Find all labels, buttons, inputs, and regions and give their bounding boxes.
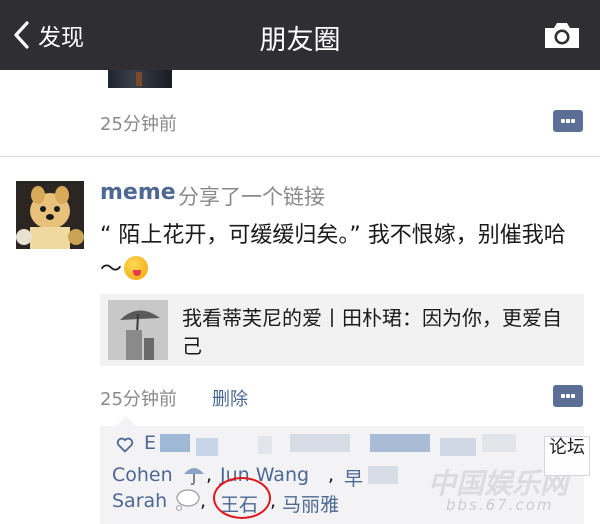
mosaic-block	[368, 466, 398, 484]
liker-name[interactable]: Cohen	[112, 464, 173, 486]
delete-link[interactable]: 删除	[212, 385, 248, 411]
previous-post-image[interactable]	[108, 70, 172, 88]
camera-icon[interactable]	[542, 20, 582, 50]
mosaic-block	[160, 434, 190, 452]
wink-tongue-emoji-icon	[124, 256, 149, 280]
separator: ,	[270, 490, 277, 512]
share-text: 分享了一个链接	[178, 185, 325, 209]
liker-name[interactable]: 早	[344, 464, 363, 491]
umbrella-photo-icon	[108, 300, 168, 360]
link-title: 我看蒂芙尼的爱丨田朴珺：因为你，更爱自己	[182, 306, 562, 358]
likes-section: E Cohen , Jun Wang , 早 Sarah , 王石 , 马丽雅	[100, 416, 584, 524]
mosaic-block	[440, 438, 476, 456]
post-time: 25分钟前	[100, 389, 177, 410]
mosaic-block	[196, 438, 218, 456]
shared-link-card[interactable]: 我看蒂芙尼的爱丨田朴珺：因为你，更爱自己	[100, 294, 584, 366]
comment-button[interactable]	[553, 385, 583, 407]
separator: ,	[328, 464, 335, 486]
separator: ,	[200, 490, 207, 512]
previous-post-time: 25分钟前	[100, 114, 177, 135]
post-divider	[0, 156, 600, 157]
mosaic-block	[290, 434, 350, 452]
mosaic-block	[482, 434, 516, 452]
liker-name[interactable]: 马丽雅	[282, 490, 339, 517]
liker-name[interactable]: E	[144, 432, 156, 454]
post-body-text: “ 陌上花开，可缓缓归矣。” 我不恨嫁，别催我哈～	[100, 223, 566, 282]
nav-bar: 发现 朋友圈	[0, 0, 600, 70]
comment-button[interactable]	[553, 110, 583, 132]
mosaic-block	[258, 436, 272, 454]
page-title: 朋友圈	[259, 25, 341, 56]
avatar[interactable]	[16, 181, 84, 249]
heart-icon	[116, 437, 134, 453]
liker-name[interactable]: 王石	[220, 490, 258, 517]
umbrella-emoji-icon	[184, 468, 204, 486]
post-username[interactable]: meme	[100, 180, 176, 205]
liker-name[interactable]: Sarah	[112, 490, 167, 512]
separator: ,	[206, 464, 213, 486]
mosaic-block	[370, 434, 430, 452]
link-thumbnail	[108, 300, 168, 360]
thought-bubble-emoji-icon	[176, 489, 200, 511]
post-text: “ 陌上花开，可缓缓归矣。” 我不恨嫁，别催我哈～	[100, 219, 580, 287]
liker-name[interactable]: Jun Wang	[220, 464, 309, 486]
avatar-image	[16, 181, 84, 249]
